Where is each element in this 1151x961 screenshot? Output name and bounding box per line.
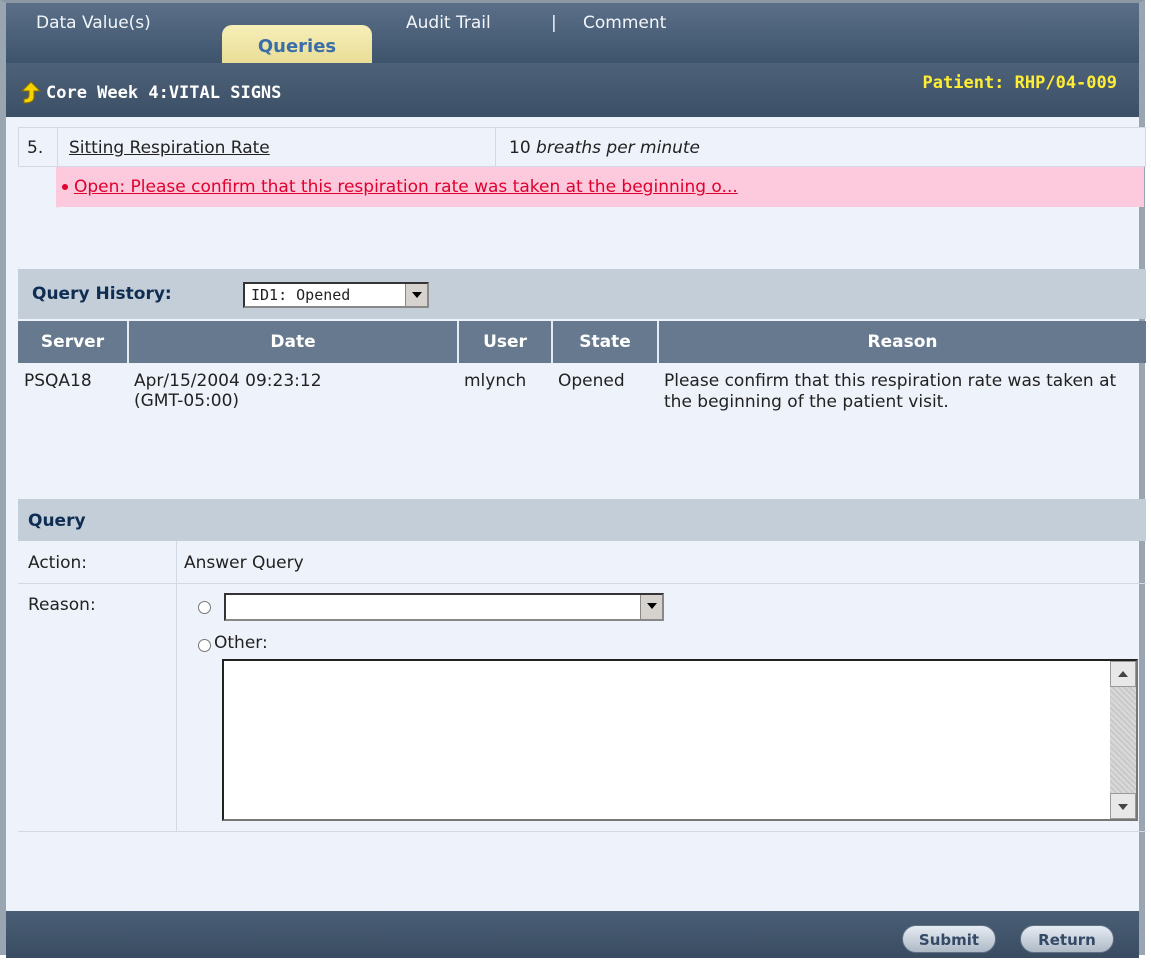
- tab-data-values[interactable]: Data Value(s): [36, 13, 151, 33]
- action-value: Answer Query: [184, 553, 304, 573]
- cell-date-timezone: (GMT-05:00): [134, 391, 240, 411]
- scroll-down-icon[interactable]: [1110, 793, 1136, 819]
- item-value-number: 10: [509, 138, 531, 158]
- cell-user: mlynch: [464, 371, 527, 391]
- query-history-bar: Query History: ID1: Opened: [18, 269, 1146, 319]
- tab-queries[interactable]: Queries: [222, 25, 372, 65]
- reason-select[interactable]: [224, 593, 664, 621]
- tab-audit-trail[interactable]: Audit Trail: [406, 13, 491, 33]
- footer-bar: Submit Return: [6, 911, 1139, 958]
- action-label: Action:: [28, 553, 87, 573]
- column-header-date: Date: [128, 321, 459, 363]
- tab-separator: |: [551, 13, 557, 33]
- column-header-user: User: [458, 321, 553, 363]
- other-reason-textarea[interactable]: [222, 659, 1138, 821]
- return-arrow-icon: [20, 81, 42, 104]
- reason-row: Reason: Other:: [18, 583, 1146, 832]
- query-window: Data Value(s) Queries Audit Trail | Comm…: [0, 0, 1146, 958]
- item-label-link[interactable]: Sitting Respiration Rate: [69, 138, 270, 158]
- column-divider: [176, 541, 177, 583]
- item-row: 5. Sitting Respiration Rate 10 breaths p…: [18, 127, 1146, 208]
- return-button[interactable]: Return: [1020, 925, 1114, 953]
- reason-list-radio[interactable]: [198, 601, 211, 614]
- chevron-down-icon[interactable]: [640, 595, 662, 619]
- cell-server: PSQA18: [24, 371, 92, 391]
- form-title: Core Week 4:VITAL SIGNS: [46, 83, 282, 103]
- query-history-label: Query History:: [32, 284, 172, 304]
- patient-id: Patient: RHP/04-009: [922, 73, 1117, 93]
- open-query-alert: Open: Please confirm that this respirati…: [56, 167, 1144, 207]
- reason-label: Reason:: [28, 595, 96, 615]
- cell-reason: Please confirm that this respiration rat…: [664, 371, 1117, 412]
- query-history-select[interactable]: ID1: Opened: [243, 282, 429, 308]
- chevron-down-icon[interactable]: [405, 284, 427, 306]
- query-history-table: Server Date User State Reason PSQA18 Apr…: [18, 321, 1146, 421]
- query-bullet-icon: [62, 184, 68, 190]
- title-bar: Core Week 4:VITAL SIGNS Patient: RHP/04-…: [6, 63, 1139, 117]
- item-divider: [495, 128, 496, 166]
- query-section-title: Query: [28, 511, 86, 531]
- item-value: 10 breaths per minute: [509, 138, 700, 158]
- cell-date-value: Apr/15/2004 09:23:12: [134, 371, 322, 391]
- item-unit: breaths per minute: [536, 138, 701, 158]
- query-history-selected: ID1: Opened: [251, 286, 351, 304]
- other-label: Other:: [214, 633, 268, 653]
- item-number: 5.: [27, 138, 44, 158]
- cell-state: Opened: [558, 371, 625, 391]
- table-row: PSQA18 Apr/15/2004 09:23:12 (GMT-05:00) …: [18, 363, 1146, 421]
- column-header-server: Server: [18, 321, 129, 363]
- column-header-reason: Reason: [658, 321, 1146, 363]
- column-header-state: State: [552, 321, 659, 363]
- item-number-cell: 5.: [19, 128, 58, 208]
- scroll-up-icon[interactable]: [1110, 661, 1136, 687]
- cell-date: Apr/15/2004 09:23:12 (GMT-05:00): [128, 363, 458, 421]
- action-row: Action: Answer Query: [18, 541, 1146, 584]
- tab-comment[interactable]: Comment: [583, 13, 666, 33]
- query-section-header: Query: [18, 499, 1146, 541]
- column-divider: [176, 583, 177, 831]
- open-query-link[interactable]: Open: Please confirm that this respirati…: [74, 177, 738, 197]
- submit-button[interactable]: Submit: [902, 925, 996, 953]
- textarea-scrollbar[interactable]: [1110, 661, 1136, 819]
- reason-other-radio[interactable]: [198, 639, 211, 652]
- tab-bar: Data Value(s) Queries Audit Trail | Comm…: [6, 3, 1139, 65]
